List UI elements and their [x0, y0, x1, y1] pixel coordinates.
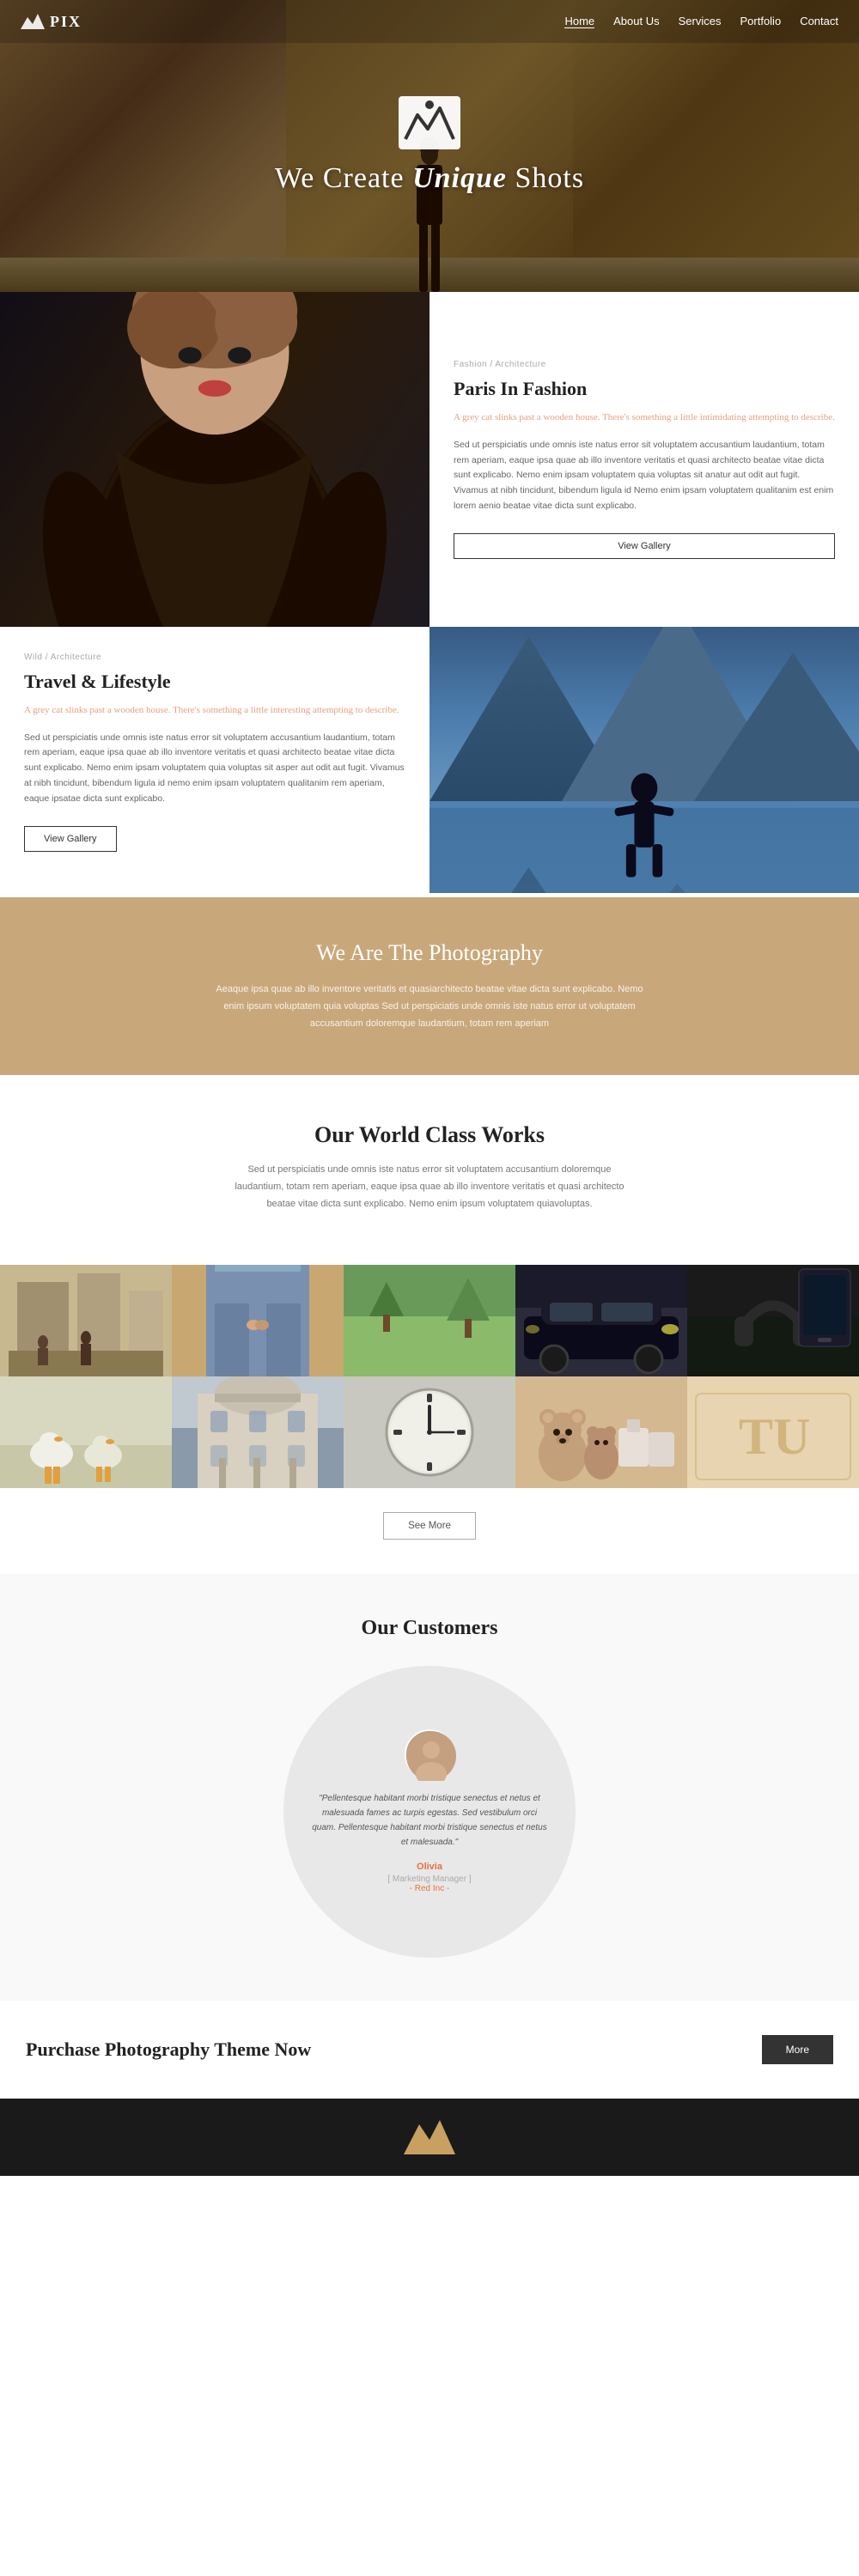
- travel-desc: Sed ut perspiciatis unde omnis iste natu…: [24, 731, 405, 807]
- logo-icon: [21, 12, 45, 31]
- travel-view-gallery-button[interactable]: View Gallery: [24, 826, 117, 852]
- svg-text:TU: TU: [739, 1408, 810, 1465]
- testimonial-card: "Pellentesque habitant morbi tristique s…: [283, 1666, 576, 1958]
- customers-section: Our Customers "Pellentesque habitant mor…: [0, 1574, 859, 2001]
- testimonial-quote: "Pellentesque habitant morbi tristique s…: [309, 1791, 550, 1850]
- testimonial-role: [ Marketing Manager ]: [387, 1874, 471, 1884]
- gallery-cell-1[interactable]: [0, 1265, 172, 1376]
- footer: [0, 2099, 859, 2176]
- fashion-image: [0, 292, 430, 627]
- hero-section: We Create Unique Shots: [0, 0, 859, 292]
- nav-home[interactable]: Home: [564, 15, 594, 28]
- gallery-grid: TU: [0, 1265, 859, 1488]
- works-desc: Sed ut perspiciatis unde omnis iste natu…: [223, 1162, 636, 1212]
- gallery-cell-10[interactable]: TU: [687, 1376, 859, 1488]
- fashion-desc: Sed ut perspiciatis unde omnis iste natu…: [454, 438, 835, 514]
- testimonial-name: Olivia: [417, 1862, 442, 1872]
- fashion-subtitle: A grey cat slinks past a wooden house. T…: [454, 410, 835, 426]
- see-more-button[interactable]: See More: [383, 1512, 476, 1540]
- see-more-section: See More: [0, 1488, 859, 1574]
- works-section: Our World Class Works Sed ut perspiciati…: [0, 1075, 859, 1264]
- gallery-cell-8[interactable]: [344, 1376, 515, 1488]
- hero-content: We Create Unique Shots: [275, 96, 584, 197]
- purchase-section: Purchase Photography Theme Now More: [0, 2001, 859, 2099]
- hero-logo-symbol: [399, 96, 460, 149]
- gallery-cell-4[interactable]: [515, 1265, 687, 1376]
- travel-image: [430, 627, 859, 897]
- fashion-title: Paris In Fashion: [454, 378, 835, 400]
- photography-banner: We Are The Photography Aeaque ipsa quae …: [0, 897, 859, 1075]
- photography-banner-title: We Are The Photography: [17, 940, 842, 966]
- logo-text: PIX: [50, 13, 82, 31]
- travel-tag: Wild / Architecture: [24, 653, 405, 662]
- gallery-cell-6[interactable]: [0, 1376, 172, 1488]
- gallery-cell-7[interactable]: [172, 1376, 344, 1488]
- gallery-cell-2[interactable]: [172, 1265, 344, 1376]
- travel-section: Wild / Architecture Travel & Lifestyle A…: [0, 627, 859, 897]
- nav-services[interactable]: Services: [679, 15, 722, 27]
- testimonial-company: - Red Inc -: [410, 1884, 450, 1893]
- logo[interactable]: PIX: [21, 12, 82, 31]
- gallery-cell-5[interactable]: [687, 1265, 859, 1376]
- nav-portfolio[interactable]: Portfolio: [740, 15, 781, 27]
- testimonial-avatar: [405, 1729, 454, 1779]
- fashion-tag: Fashion / Architecture: [454, 360, 835, 369]
- travel-content: Wild / Architecture Travel & Lifestyle A…: [0, 627, 430, 897]
- fashion-section: Fashion / Architecture Paris In Fashion …: [0, 292, 859, 627]
- purchase-button[interactable]: More: [762, 2035, 833, 2064]
- customers-title: Our Customers: [17, 1617, 842, 1640]
- nav-about[interactable]: About Us: [613, 15, 659, 27]
- travel-subtitle: A grey cat slinks past a wooden house. T…: [24, 703, 405, 719]
- nav-contact[interactable]: Contact: [800, 15, 838, 27]
- fashion-content: Fashion / Architecture Paris In Fashion …: [430, 292, 859, 627]
- fashion-view-gallery-button[interactable]: View Gallery: [454, 533, 835, 559]
- purchase-title: Purchase Photography Theme Now: [26, 2038, 311, 2061]
- nav-menu: Home About Us Services Portfolio Contact: [564, 14, 838, 29]
- travel-title: Travel & Lifestyle: [24, 671, 405, 693]
- footer-logo-icon: [404, 2116, 455, 2159]
- gallery-cell-3[interactable]: [344, 1265, 515, 1376]
- navigation: PIX Home About Us Services Portfolio Con…: [0, 0, 859, 43]
- works-title: Our World Class Works: [17, 1122, 842, 1148]
- hero-title: We Create Unique Shots: [275, 161, 584, 197]
- gallery-cell-9[interactable]: [515, 1376, 687, 1488]
- photography-banner-desc: Aeaque ipsa quae ab illo inventore verit…: [215, 981, 644, 1032]
